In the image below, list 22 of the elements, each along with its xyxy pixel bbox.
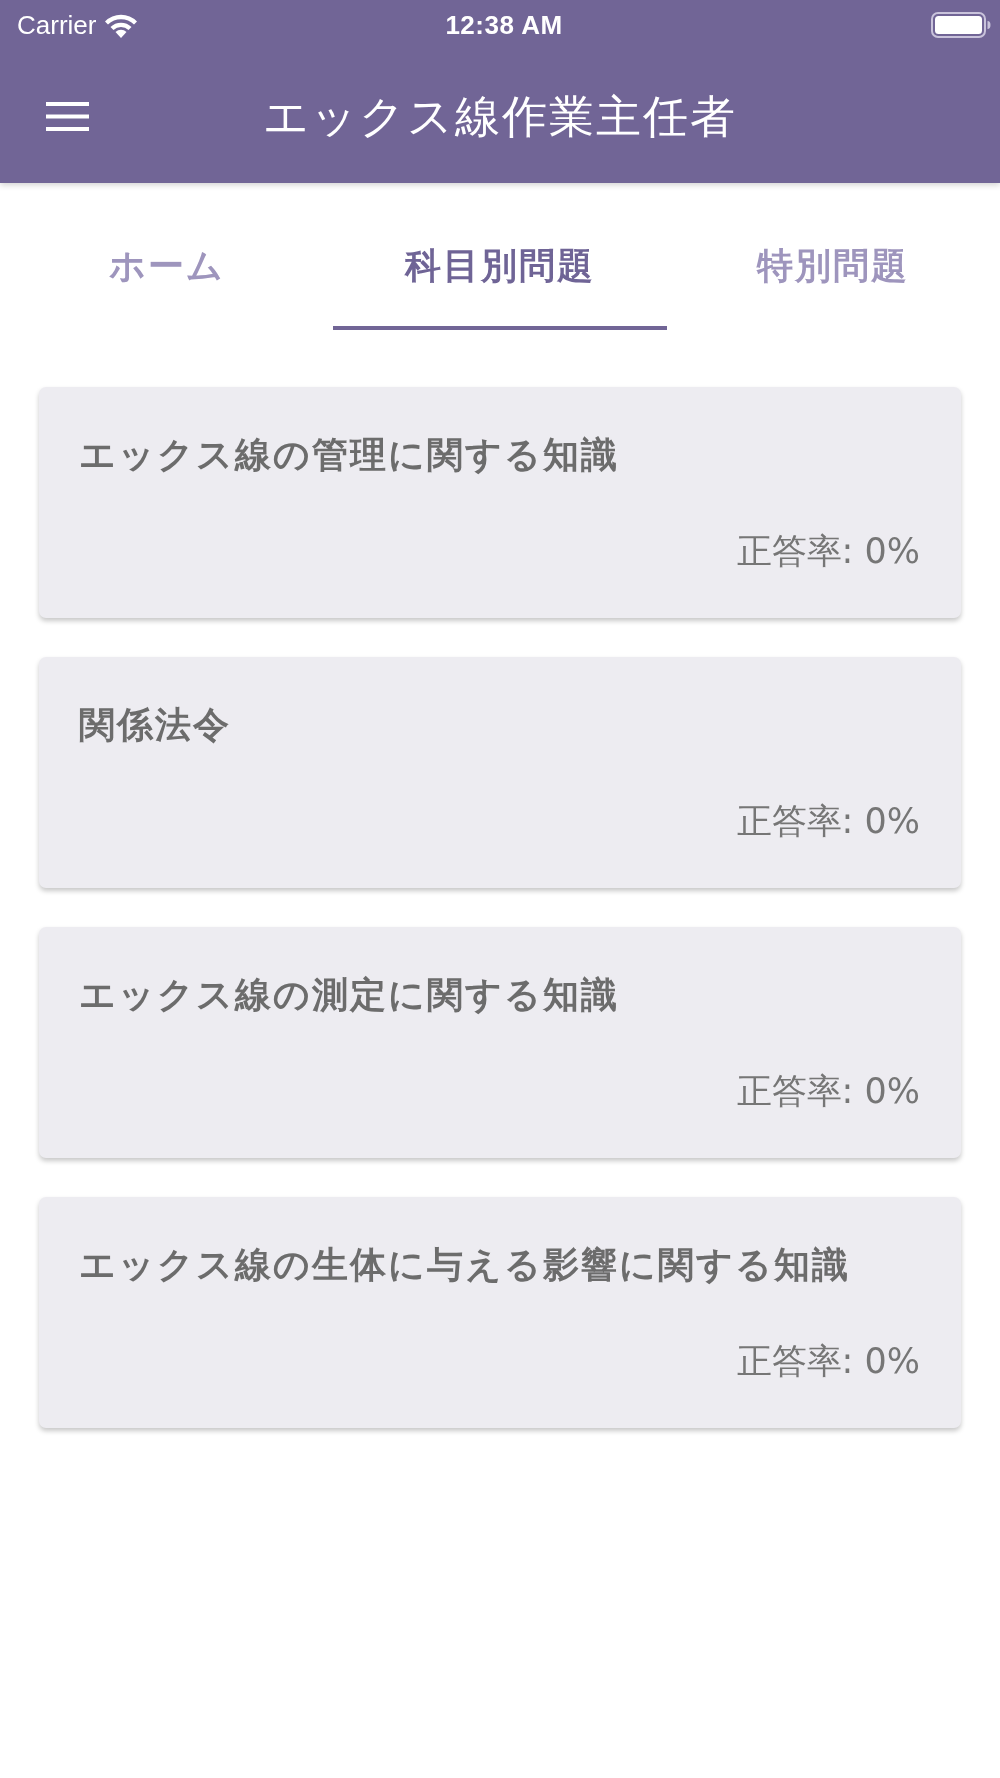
tab[interactable]: 科目別問題 [333, 183, 667, 330]
tab[interactable]: 特別問題 [666, 183, 1000, 330]
accuracy-rate: 正答率: 0% [736, 530, 920, 573]
accuracy-rate: 正答率: 0% [736, 1070, 920, 1113]
battery-icon [931, 12, 991, 38]
menu-icon [46, 102, 89, 131]
subject-card[interactable]: エックス線の生体に与える影響に関する知識 正答率: 0% [39, 1197, 961, 1428]
subject-card[interactable]: エックス線の管理に関する知識 正答率: 0% [39, 387, 961, 618]
subject-card[interactable]: 関係法令 正答率: 0% [39, 657, 961, 888]
accuracy-rate: 正答率: 0% [736, 800, 920, 843]
subject-title: エックス線の測定に関する知識 [79, 973, 619, 1017]
wifi-icon [104, 12, 139, 38]
subject-title: エックス線の管理に関する知識 [79, 433, 619, 477]
app-title: エックス線作業主任者 [263, 88, 737, 145]
menu-button[interactable] [46, 102, 89, 131]
status-time: 12:38 AM [445, 10, 563, 40]
subject-title: エックス線の生体に与える影響に関する知識 [79, 1243, 850, 1287]
carrier-label: Carrier [17, 10, 97, 40]
subject-title: 関係法令 [79, 703, 231, 747]
accuracy-rate: 正答率: 0% [736, 1340, 920, 1383]
tab[interactable]: ホーム [0, 183, 334, 330]
subject-card[interactable]: エックス線の測定に関する知識 正答率: 0% [39, 927, 961, 1158]
